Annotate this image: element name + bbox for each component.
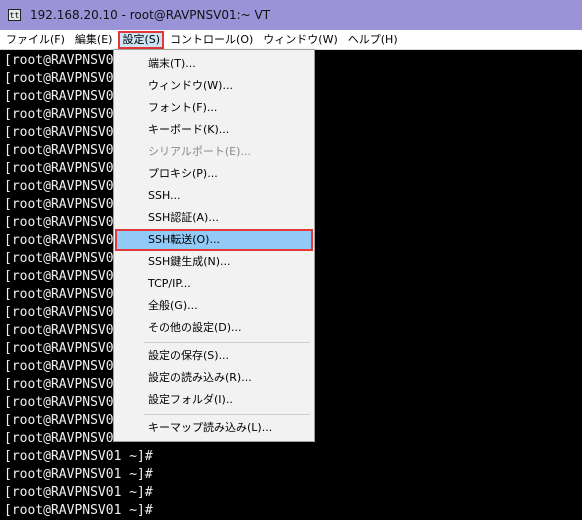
terminal-line: [root@RAVPNSV0 xyxy=(4,233,114,248)
menu-edit[interactable]: 編集(E) xyxy=(71,31,117,49)
menu-item-keyboard[interactable]: キーボード(K)... xyxy=(115,119,313,141)
setup-dropdown-menu: 端末(T)... ウィンドウ(W)... フォント(F)... キーボード(K)… xyxy=(113,49,315,442)
menu-item-font[interactable]: フォント(F)... xyxy=(115,97,313,119)
menu-item-tcpip[interactable]: TCP/IP... xyxy=(115,273,313,295)
terminal-line: [root@RAVPNSV0 xyxy=(4,161,114,176)
menu-help[interactable]: ヘルプ(H) xyxy=(344,31,402,49)
terminal-line: [root@RAVPNSV0 xyxy=(4,215,114,230)
terminal-line: [root@RAVPNSV0 xyxy=(4,395,114,410)
terminal-line: [root@RAVPNSV0 xyxy=(4,125,114,140)
terminal-line: [root@RAVPNSV0 xyxy=(4,431,114,446)
terminal-line: [root@RAVPNSV0 xyxy=(4,413,114,428)
menu-window[interactable]: ウィンドウ(W) xyxy=(259,31,341,49)
window-title: 192.168.20.10 - root@RAVPNSV01:~ VT xyxy=(30,8,271,22)
menu-item-general[interactable]: 全般(G)... xyxy=(115,295,313,317)
menu-item-window[interactable]: ウィンドウ(W)... xyxy=(115,75,313,97)
menu-file[interactable]: ファイル(F) xyxy=(2,31,69,49)
terminal-line: [root@RAVPNSV0 xyxy=(4,377,114,392)
menu-control[interactable]: コントロール(O) xyxy=(166,31,257,49)
menu-setup[interactable]: 設定(S) xyxy=(118,30,165,49)
terminal-line: [root@RAVPNSV01 ~]# xyxy=(4,449,153,464)
terminal-line: [root@RAVPNSV0 xyxy=(4,269,114,284)
menu-item-ssh[interactable]: SSH... xyxy=(115,185,313,207)
terminal-line: [root@RAVPNSV01 ~]# xyxy=(4,485,153,500)
menu-item-serial-port: シリアルポート(E)... xyxy=(148,145,251,158)
menu-item-ssh-forwarding[interactable]: SSH転送(O)... xyxy=(115,229,313,251)
terminal-line: [root@RAVPNSV0 xyxy=(4,89,114,104)
menu-item-load-keymap[interactable]: キーマップ読み込み(L)... xyxy=(115,417,313,439)
menu-item-ssh-keygen[interactable]: SSH鍵生成(N)... xyxy=(115,251,313,273)
title-bar[interactable]: tt 192.168.20.10 - root@RAVPNSV01:~ VT xyxy=(0,0,582,30)
terminal-line: [root@RAVPNSV0 xyxy=(4,251,114,266)
menu-item-setup-directory[interactable]: 設定フォルダ(I).. xyxy=(115,389,313,411)
menu-item-save-setup[interactable]: 設定の保存(S)... xyxy=(115,345,313,367)
menu-item-proxy[interactable]: プロキシ(P)... xyxy=(115,163,313,185)
terminal-line: [root@RAVPNSV0 xyxy=(4,53,114,68)
menu-item-ssh-auth[interactable]: SSH認証(A)... xyxy=(115,207,313,229)
terminal-line: [root@RAVPNSV0 xyxy=(4,305,114,320)
terminal-line: [root@RAVPNSV0 xyxy=(4,287,114,302)
terminal-line: [root@RAVPNSV0 xyxy=(4,323,114,338)
menu-item-terminal[interactable]: 端末(T)... xyxy=(115,53,313,75)
terminal-line: [root@RAVPNSV0 xyxy=(4,179,114,194)
menu-bar: ファイル(F) 編集(E) 設定(S) コントロール(O) ウィンドウ(W) ヘ… xyxy=(0,30,582,50)
terminal-line: [root@RAVPNSV01 ~]# xyxy=(4,467,153,482)
terminal-line: [root@RAVPNSV0 xyxy=(4,359,114,374)
terminal-line: [root@RAVPNSV0 xyxy=(4,107,114,122)
teraterm-app-icon: tt xyxy=(8,9,21,21)
menu-separator xyxy=(144,342,310,343)
terminal-line: [root@RAVPNSV0 xyxy=(4,341,114,356)
terminal-line: [root@RAVPNSV0 xyxy=(4,143,114,158)
menu-item-additional-settings[interactable]: その他の設定(D)... xyxy=(115,317,313,339)
terminal-line: [root@RAVPNSV0 xyxy=(4,197,114,212)
menu-item-restore-setup[interactable]: 設定の読み込み(R)... xyxy=(115,367,313,389)
terminal-line: [root@RAVPNSV0 xyxy=(4,71,114,86)
menu-separator xyxy=(144,414,310,415)
terminal-line: [root@RAVPNSV01 ~]# xyxy=(4,503,153,518)
